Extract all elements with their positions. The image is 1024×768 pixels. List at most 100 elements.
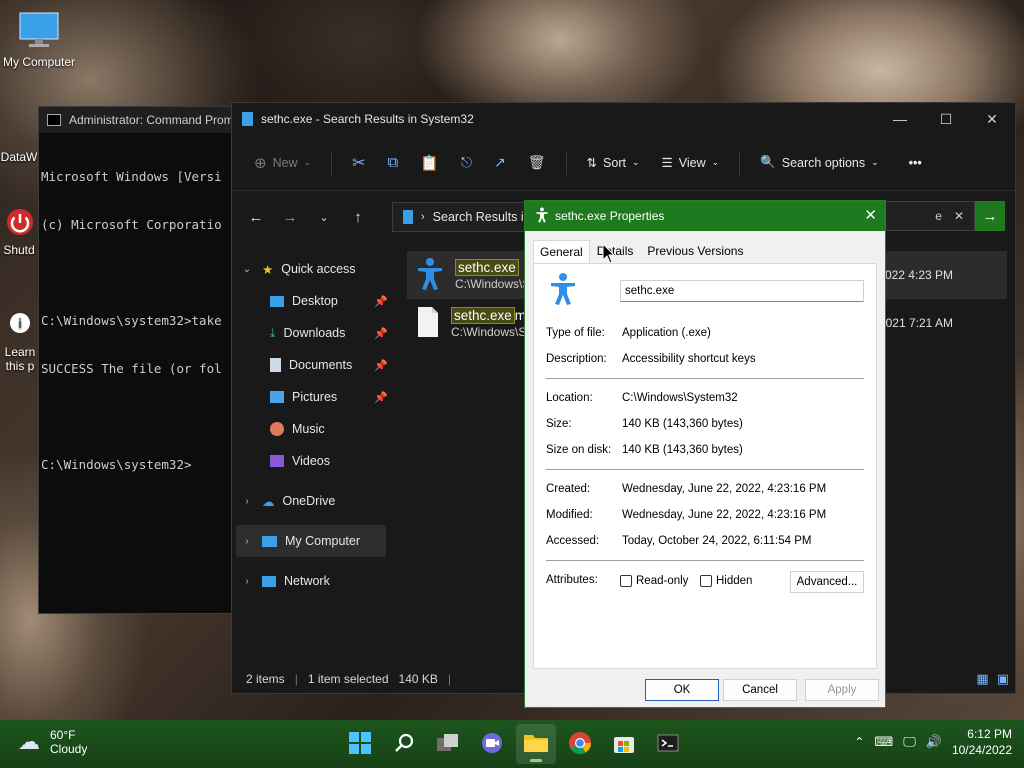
search-results-icon [403,210,413,224]
taskbar: ☁ 60°F Cloudy ⌃ ⌨ 🖵 🔊 6:12 PM 10/24/2022 [0,720,1024,768]
chevron-down-icon[interactable]: ⌄ [240,264,254,275]
terminal-taskbar-button[interactable] [648,724,688,764]
filename-field[interactable]: sethc.exe [620,280,864,302]
size-on-disk-value: 140 KB (143,360 bytes) [622,444,743,456]
desktop-icon-shutdown[interactable]: Shutd [0,206,38,257]
ok-button[interactable]: OK [645,679,719,701]
cmd-titlebar[interactable]: Administrator: Command Prom [39,107,247,133]
close-icon[interactable]: ✕ [864,206,877,224]
nav-label: Desktop [292,294,338,308]
modified-value: Wednesday, June 22, 2022, 4:23:16 PM [622,509,827,521]
start-button[interactable] [340,724,380,764]
back-button[interactable]: ← [240,201,272,233]
star-icon: ★ [262,262,274,277]
rename-button[interactable]: ⎋ [453,148,480,177]
chat-button[interactable] [472,724,512,764]
cancel-button[interactable]: Cancel [723,679,797,701]
cut-button[interactable]: ✂ [344,147,373,179]
command-prompt-window[interactable]: Administrator: Command Prom Microsoft Wi… [38,106,248,614]
nav-onedrive[interactable]: › ☁ OneDrive [232,485,390,517]
properties-dialog[interactable]: sethc.exe Properties ✕ General Details P… [524,200,886,708]
search-options-button[interactable]: 🔍 Search options ⌄ [752,149,887,176]
status-divider: | [447,672,452,686]
desktop-icon-my-computer[interactable]: My Computer [0,10,78,69]
network-icon[interactable]: 🖵 [903,734,916,750]
more-options-button[interactable]: ••• [901,150,930,176]
chrome-button[interactable] [560,724,600,764]
advanced-button[interactable]: Advanced... [790,571,864,593]
filename-value: sethc.exe [625,285,675,297]
clear-search-icon[interactable]: ✕ [954,209,964,223]
search-button[interactable] [384,724,424,764]
desktop-icon-dataw[interactable]: DataW [0,136,38,164]
nav-music[interactable]: Music [232,413,390,445]
nav-desktop[interactable]: Desktop 📌 [232,285,390,317]
desktop-icon-learn[interactable]: i Learn this p [0,310,40,373]
sort-icon: ⇅ [586,156,598,170]
nav-network[interactable]: › Network [232,565,390,597]
nav-documents[interactable]: Documents 📌 [232,349,390,381]
terminal-icon [47,114,61,126]
clock[interactable]: 6:12 PM 10/24/2022 [952,726,1012,758]
arrow-up-icon: ↑ [354,208,362,226]
recent-locations-button[interactable]: ⌄ [308,201,340,233]
weather-widget[interactable]: ☁ 60°F Cloudy [18,728,87,756]
new-label: New [272,155,298,170]
readonly-label: Read-only [636,575,689,587]
explorer-titlebar[interactable]: sethc.exe - Search Results in System32 —… [232,103,1015,135]
cmd-line [41,265,245,281]
file-explorer-taskbar-button[interactable] [516,724,556,764]
tab-previous-versions[interactable]: Previous Versions [640,239,750,263]
view-button[interactable]: ☰ View ⌄ [654,149,728,176]
close-button[interactable]: ✕ [969,103,1015,135]
plus-circle-icon: ⊕ [254,154,267,172]
modified-label: Modified: [546,509,593,521]
minimize-button[interactable]: — [877,103,923,135]
tiles-view-icon[interactable]: ▣ [997,671,1009,687]
new-button[interactable]: ⊕ New ⌄ [246,148,319,178]
store-button[interactable] [604,724,644,764]
forward-button[interactable]: → [274,201,306,233]
arrow-left-icon: ← [248,208,264,226]
keyboard-icon[interactable]: ⌨ [874,734,893,750]
maximize-button[interactable]: ☐ [923,103,969,135]
selection-size: 140 KB [398,672,438,686]
pin-icon: 📌 [374,391,388,404]
nav-my-computer[interactable]: › My Computer [236,525,386,557]
delete-button[interactable]: 🗑 [520,148,554,177]
paste-button[interactable]: 📋 [412,148,447,178]
nav-label: Network [284,574,330,588]
sort-button[interactable]: ⇅ Sort ⌄ [579,149,648,176]
accessed-value: Today, October 24, 2022, 6:11:54 PM [622,535,812,547]
readonly-checkbox[interactable]: Read-only [620,575,688,587]
task-view-button[interactable] [428,724,468,764]
apply-button[interactable]: Apply [805,679,879,701]
taskbar-apps [340,724,688,764]
nav-downloads[interactable]: ⤓ Downloads 📌 [232,317,390,349]
up-button[interactable]: ↑ [342,201,374,233]
hidden-label: Hidden [716,575,753,587]
nav-quick-access[interactable]: ⌄ ★ Quick access [232,253,390,285]
file-name: sethc.exe [451,306,515,324]
chevron-right-icon[interactable]: › [240,576,254,587]
copy-button[interactable]: ⧉ [380,148,407,177]
type-value: Application (.exe) [622,327,711,339]
nav-videos[interactable]: Videos [232,445,390,477]
hidden-checkbox[interactable]: Hidden [700,575,752,587]
tab-general[interactable]: General [533,240,590,263]
properties-titlebar[interactable]: sethc.exe Properties ✕ [525,201,885,231]
cmd-title: Administrator: Command Prom [69,113,234,127]
chevron-right-icon[interactable]: › [240,496,254,507]
cmd-output[interactable]: Microsoft Windows [Versi (c) Microsoft C… [39,133,247,509]
chevron-up-icon[interactable]: ⌃ [854,735,864,749]
documents-icon [270,358,281,372]
chevron-right-icon[interactable]: › [240,536,254,547]
view-switcher: ▦ ▣ [976,671,1009,687]
nav-pictures[interactable]: Pictures 📌 [232,381,390,413]
desktop-icon-label: this p [5,359,35,373]
share-button[interactable]: ↗ [486,148,514,177]
details-view-icon[interactable]: ▦ [976,671,988,687]
volume-icon[interactable]: 🔊 [926,734,942,750]
search-go-button[interactable]: → [975,201,1005,231]
divider [546,560,864,561]
